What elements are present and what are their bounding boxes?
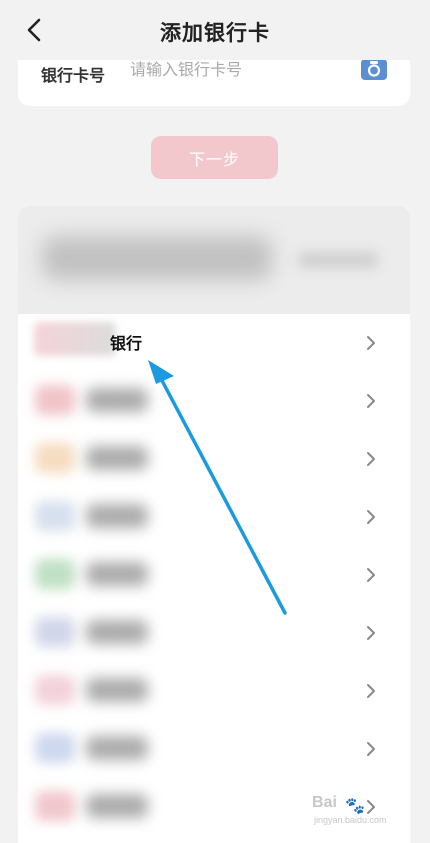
card-number-label: 银行卡号 (41, 68, 106, 85)
blurred-bank-header (18, 206, 410, 314)
bank-list-item[interactable]: 银行 (18, 314, 410, 372)
watermark-url: jingyan.baidu.com (314, 815, 387, 825)
bank-name-blurred (86, 794, 148, 818)
bank-list: 银行 (18, 314, 410, 843)
bank-logo (35, 617, 75, 647)
bank-name-blurred (86, 562, 148, 586)
bank-list-item[interactable] (18, 488, 410, 546)
chevron-right-icon (367, 684, 375, 698)
chevron-right-icon (367, 394, 375, 408)
bank-name-blurred (86, 620, 148, 644)
bank-list-item[interactable] (18, 662, 410, 720)
bank-name-blurred (86, 504, 148, 528)
page-title: 添加银行卡 (160, 22, 270, 45)
bank-name-blurred (86, 678, 148, 702)
next-step-button[interactable]: 下一步 (151, 136, 278, 179)
top-bar: 添加银行卡 (0, 0, 430, 60)
bank-list-item[interactable] (18, 430, 410, 488)
bank-logo (35, 385, 75, 415)
blurred-text (298, 252, 378, 268)
bank-name-blurred (86, 446, 148, 470)
watermark: Bai 🐾 jingyan.baidu.com (312, 794, 406, 830)
blurred-text (42, 236, 272, 280)
card-number-input[interactable] (130, 59, 352, 83)
bank-list-item[interactable] (18, 546, 410, 604)
chevron-right-icon (367, 336, 375, 350)
bank-logo (35, 733, 75, 763)
chevron-right-icon (367, 510, 375, 524)
bank-logo (35, 443, 75, 473)
bank-logo (35, 559, 75, 589)
bank-logo (34, 322, 116, 356)
bank-logo (35, 675, 75, 705)
watermark-logo: Bai (312, 794, 337, 811)
camera-icon[interactable] (361, 59, 387, 80)
bank-name: 银行 (110, 336, 143, 353)
bank-logo (35, 501, 75, 531)
bank-name-blurred (86, 736, 148, 760)
bank-list-item[interactable] (18, 720, 410, 778)
bank-name-blurred (86, 388, 148, 412)
chevron-right-icon (367, 452, 375, 466)
bank-list-item[interactable] (18, 604, 410, 662)
chevron-right-icon (367, 626, 375, 640)
chevron-right-icon (367, 568, 375, 582)
chevron-right-icon (367, 742, 375, 756)
bank-list-item[interactable] (18, 372, 410, 430)
bank-logo (35, 791, 75, 821)
paw-icon: 🐾 (345, 798, 365, 815)
